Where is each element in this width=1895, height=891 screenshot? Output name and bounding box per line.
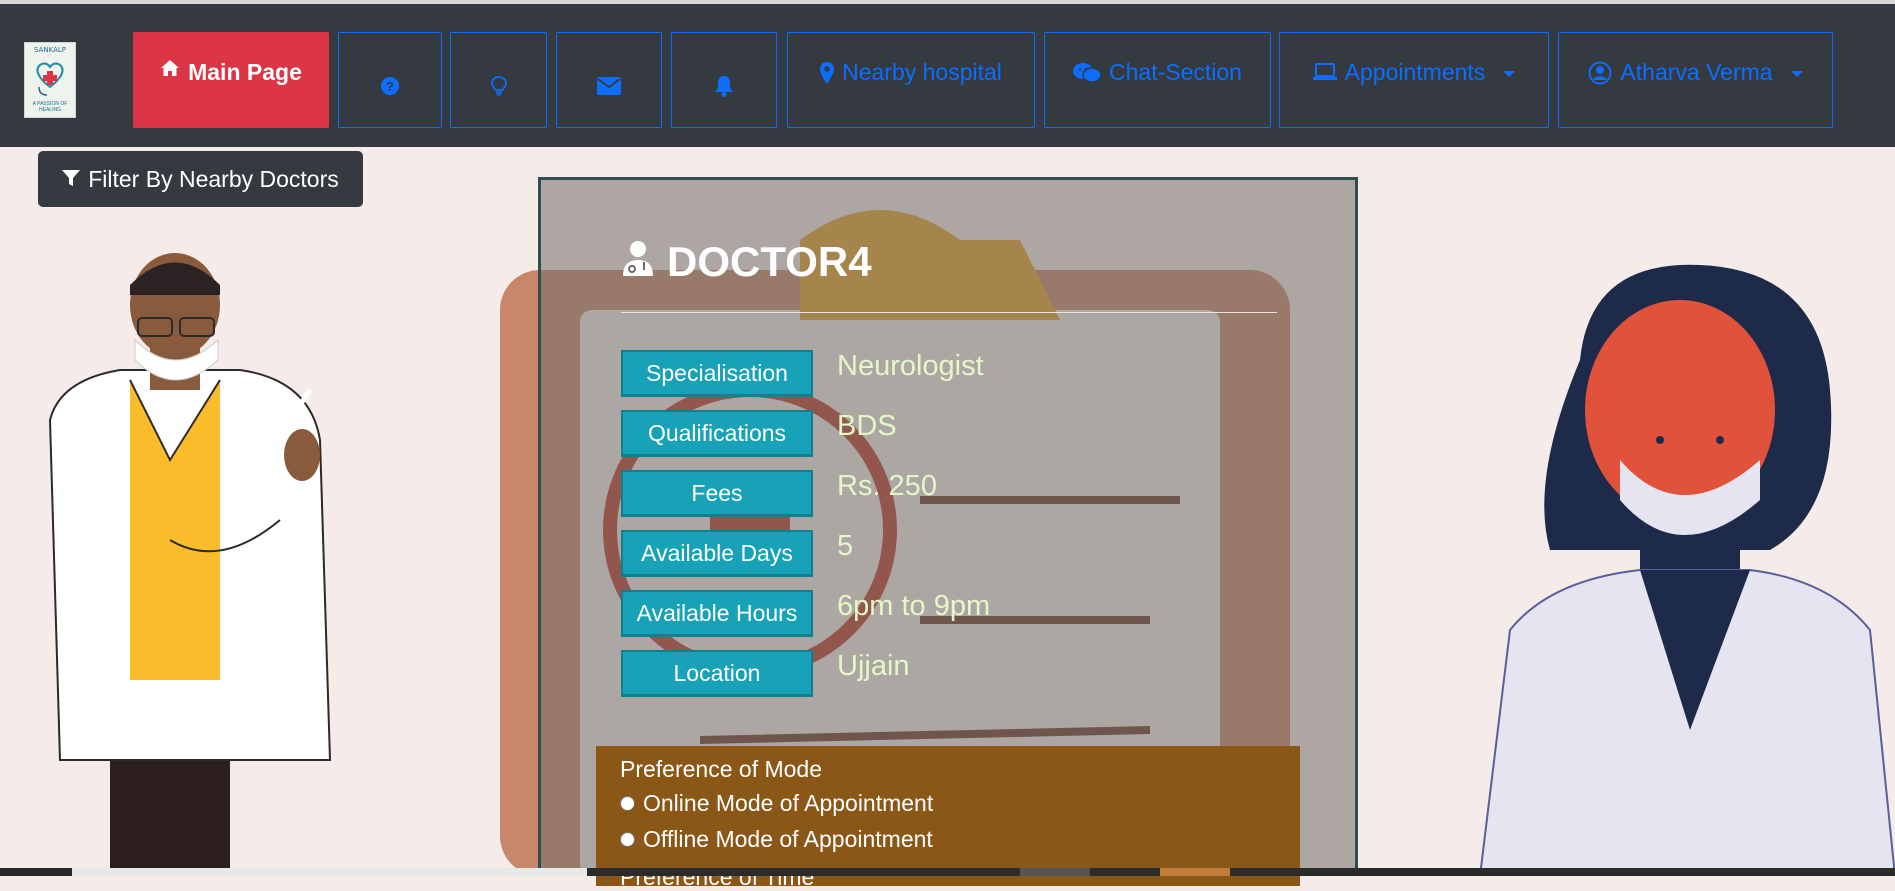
doctor-illustration-left: [48, 253, 332, 876]
doctor-illustration-right: [1478, 264, 1895, 876]
doctor-name-heading: DOCTOR4: [621, 238, 872, 286]
bottom-scroll-bar: [0, 868, 1895, 876]
user-circle-icon: [1588, 61, 1612, 85]
offline-mode-label: Offline Mode of Appointment: [643, 826, 933, 852]
filter-icon: [62, 166, 81, 193]
scrollbar-segment: [1020, 868, 1090, 876]
main-page-label: Main Page: [188, 59, 302, 85]
mode-heading: Preference of Mode: [620, 756, 823, 782]
offline-mode-radio[interactable]: [620, 832, 635, 847]
chat-section-link[interactable]: Chat-Section: [1044, 32, 1271, 128]
question-circle-icon: ?: [380, 76, 400, 96]
online-mode-radio[interactable]: [620, 796, 635, 811]
online-mode-option[interactable]: Online Mode of Appointment: [620, 790, 933, 817]
field-row-available-days: Available Days 5: [621, 530, 853, 578]
user-md-icon: [621, 238, 655, 286]
notifications-button[interactable]: [671, 32, 777, 128]
online-mode-label: Online Mode of Appointment: [643, 790, 934, 816]
bell-icon: [714, 75, 734, 97]
chevron-down-icon: [1790, 71, 1803, 77]
logo-top-text: SANKALP: [34, 46, 66, 54]
envelope-icon: [597, 77, 621, 95]
field-label: Qualifications: [621, 410, 813, 457]
field-label: Available Hours: [621, 590, 813, 637]
scrollbar-segment: [1160, 868, 1230, 876]
doctor-card: DOCTOR4 Specialisation Neurologist Quali…: [538, 177, 1358, 890]
field-label: Location: [621, 650, 813, 697]
doctor-name: DOCTOR4: [667, 238, 872, 285]
navbar: SANKALP A PASSION OF HEALING Main Page ?: [0, 4, 1895, 147]
laptop-icon: [1312, 63, 1337, 81]
field-row-available-hours: Available Hours 6pm to 9pm: [621, 590, 990, 638]
filter-button-label: Filter By Nearby Doctors: [88, 165, 339, 192]
user-dropdown[interactable]: Atharva Verma: [1558, 32, 1833, 128]
field-value: Ujjain: [837, 650, 910, 682]
field-value: Rs. 250: [837, 470, 937, 502]
map-marker-icon: [820, 62, 835, 84]
nearby-hospital-label: Nearby hospital: [842, 59, 1002, 85]
appointments-label: Appointments: [1344, 59, 1486, 85]
brand-logo[interactable]: SANKALP A PASSION OF HEALING: [24, 42, 76, 118]
scrollbar-track[interactable]: [72, 868, 587, 876]
field-label: Available Days: [621, 530, 813, 577]
logo-bottom-text: A PASSION OF HEALING: [32, 101, 68, 113]
field-label: Fees: [621, 470, 813, 517]
appointments-dropdown[interactable]: Appointments: [1279, 32, 1549, 128]
field-row-fees: Fees Rs. 250: [621, 470, 937, 518]
home-icon: [160, 59, 180, 77]
tips-button[interactable]: [450, 32, 547, 128]
field-value: BDS: [837, 410, 897, 442]
user-name-label: Atharva Verma: [1620, 59, 1773, 85]
field-value: 6pm to 9pm: [837, 590, 991, 622]
svg-text:?: ?: [386, 79, 394, 94]
field-label: Specialisation: [621, 350, 813, 397]
wechat-icon: [1073, 62, 1102, 84]
lightbulb-icon: [490, 76, 507, 96]
preference-form: Preference of Mode Online Mode of Appoin…: [596, 746, 1300, 890]
field-row-qualifications: Qualifications BDS: [621, 410, 897, 458]
field-row-specialisation: Specialisation Neurologist: [621, 350, 984, 398]
field-value: Neurologist: [837, 350, 984, 382]
chevron-down-icon: [1503, 71, 1516, 77]
title-divider: [621, 312, 1277, 313]
help-button[interactable]: ?: [338, 32, 442, 128]
main-page-button[interactable]: Main Page: [133, 32, 329, 128]
field-row-location: Location Ujjain: [621, 650, 910, 698]
offline-mode-option[interactable]: Offline Mode of Appointment: [620, 826, 933, 853]
nearby-hospital-link[interactable]: Nearby hospital: [787, 32, 1035, 128]
field-value: 5: [837, 530, 854, 562]
chat-section-label: Chat-Section: [1109, 59, 1242, 85]
messages-button[interactable]: [556, 32, 662, 128]
filter-nearby-doctors-button[interactable]: Filter By Nearby Doctors: [38, 151, 363, 207]
heart-stethoscope-icon: [36, 62, 64, 96]
